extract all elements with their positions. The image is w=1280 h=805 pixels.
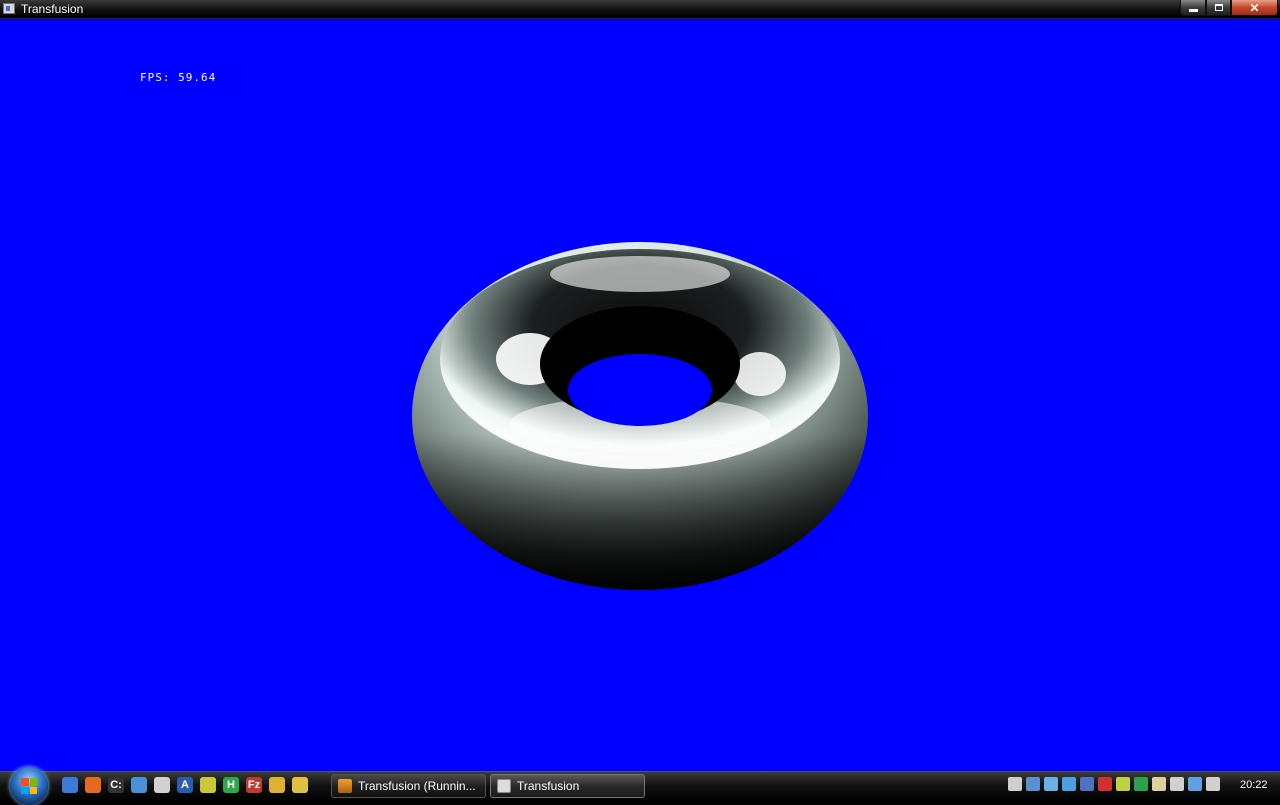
- minimize-button[interactable]: [1180, 0, 1206, 16]
- close-icon: ✕: [1249, 0, 1260, 15]
- volume-icon[interactable]: [1206, 777, 1220, 791]
- command-prompt-icon[interactable]: C:: [108, 777, 124, 793]
- close-button[interactable]: ✕: [1231, 0, 1278, 16]
- shield-tray-icon[interactable]: [1008, 777, 1022, 791]
- h-app-icon[interactable]: H: [223, 777, 239, 793]
- chrome-icon[interactable]: [269, 777, 285, 793]
- system-tray: [1008, 777, 1220, 791]
- arrow-tray-icon[interactable]: [1116, 777, 1130, 791]
- java-icon: [338, 779, 352, 793]
- filezilla-icon[interactable]: Fz: [246, 777, 262, 793]
- app-window-icon: [497, 779, 511, 793]
- windows-logo-icon: [21, 778, 37, 794]
- quick-launch-bar: C: A H Fz: [62, 777, 308, 793]
- messenger-tray-icon[interactable]: [1062, 777, 1076, 791]
- render-viewport[interactable]: FPS: 59.64: [0, 19, 1280, 771]
- font-a-icon[interactable]: A: [177, 777, 193, 793]
- window-title: Transfusion: [21, 2, 84, 16]
- task-button-transfusion-running[interactable]: Transfusion (Runnin...: [331, 774, 486, 798]
- restore-icon: [1214, 4, 1223, 11]
- document-tray-icon[interactable]: [1152, 777, 1166, 791]
- antivirus-tray-icon[interactable]: [1098, 777, 1112, 791]
- media-icon[interactable]: [200, 777, 216, 793]
- network-icon[interactable]: [131, 777, 147, 793]
- network-status-icon[interactable]: [1188, 777, 1202, 791]
- network-tray-icon[interactable]: [1026, 777, 1040, 791]
- graph-tray-icon[interactable]: [1134, 777, 1148, 791]
- task-label: Transfusion (Runnin...: [358, 779, 476, 793]
- shield-icon[interactable]: [154, 777, 170, 793]
- window-controls: ✕: [1180, 0, 1278, 17]
- app-window-icon[interactable]: [3, 3, 15, 14]
- lightning-tray-icon[interactable]: [1080, 777, 1094, 791]
- restore-button[interactable]: [1206, 0, 1231, 16]
- show-desktop-icon[interactable]: [62, 777, 78, 793]
- phone-tray-icon[interactable]: [1170, 777, 1184, 791]
- firefox-icon[interactable]: [85, 777, 101, 793]
- player-icon[interactable]: [292, 777, 308, 793]
- shaded-torus: [412, 242, 868, 590]
- clock[interactable]: 20:22: [1240, 779, 1268, 791]
- minimize-icon: [1188, 9, 1198, 12]
- display-tray-icon[interactable]: [1044, 777, 1058, 791]
- start-button[interactable]: [10, 767, 48, 805]
- window-title-bar[interactable]: Transfusion ✕: [0, 0, 1280, 19]
- taskbar: C: A H Fz Transfusion (Runnin... Transfusio…: [0, 767, 1280, 805]
- task-label: Transfusion: [517, 779, 580, 793]
- task-button-transfusion[interactable]: Transfusion: [490, 774, 645, 798]
